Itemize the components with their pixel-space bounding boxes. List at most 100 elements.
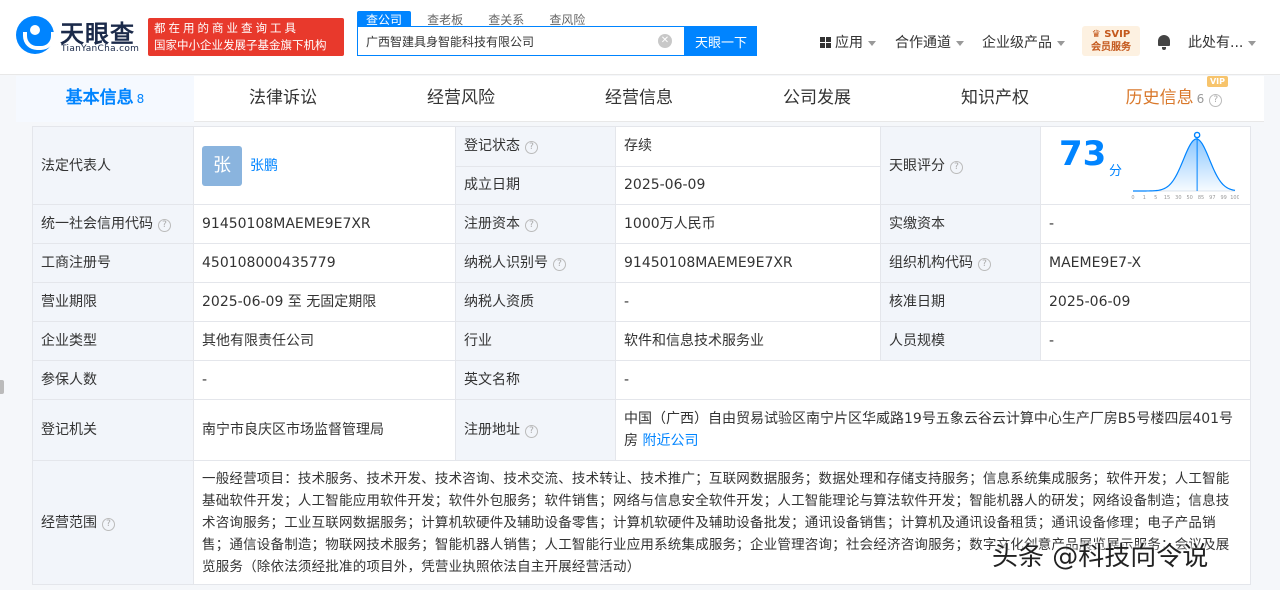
eye-logo-icon <box>16 16 55 54</box>
tab-count: 8 <box>136 92 145 106</box>
biz-reg-no-value: 450108000435779 <box>193 243 456 283</box>
slogan-line-1: 都在用的商业查询工具 <box>154 21 299 35</box>
svip-sub-label: 会员服务 <box>1091 42 1131 53</box>
org-code-label: 组织机构代码? <box>880 243 1041 283</box>
score-tick-label: 85 <box>1198 195 1204 201</box>
reg-status-value: 存续 <box>615 126 881 167</box>
apps-grid-icon <box>820 37 831 48</box>
score-unit: 分 <box>1109 164 1123 179</box>
score-tick-label: 5 <box>1154 195 1157 201</box>
search-button[interactable]: 天眼一下 <box>685 26 757 56</box>
tax-qual-value: - <box>615 282 881 322</box>
score-tick-label: 30 <box>1175 195 1181 201</box>
help-icon[interactable]: ? <box>1209 94 1223 107</box>
nearby-companies-link[interactable]: 附近公司 <box>642 433 698 449</box>
score-tick-label: 15 <box>1164 195 1170 201</box>
score-tick-label: 50 <box>1186 195 1192 201</box>
found-date-value: 2025-06-09 <box>615 165 881 205</box>
tab-basic-info-label: 基本信息 <box>65 88 134 108</box>
chevron-down-icon <box>1057 40 1065 46</box>
nav-enterprise-label: 企业级产品 <box>982 35 1052 51</box>
industry-label: 行业 <box>455 321 616 361</box>
tianyancha-logo[interactable]: 天眼查 TianYanCha.com <box>16 14 144 58</box>
help-icon[interactable]: ? <box>158 219 171 232</box>
tab-history[interactable]: 历史信息 6? VIP <box>1084 76 1264 122</box>
score-marker-dot <box>1193 131 1201 139</box>
clear-icon[interactable]: ✕ <box>658 34 672 48</box>
reg-status-label: 登记状态? <box>455 126 616 167</box>
tab-basic-info[interactable]: 基本信息 8 <box>16 76 194 122</box>
address-cell: 中国（广西）自由贸易试验区南宁片区华威路19号五象云谷云计算中心生产厂房B5号楼… <box>615 399 1251 461</box>
reg-capital-label: 注册资本? <box>455 204 616 244</box>
help-icon[interactable]: ? <box>525 141 538 155</box>
tab-development[interactable]: 公司发展 <box>728 76 906 122</box>
help-icon[interactable]: ? <box>525 219 538 232</box>
insured-value: - <box>193 360 456 400</box>
address-label: 注册地址? <box>455 399 616 461</box>
nav-partner[interactable]: 合作通道 <box>895 32 964 52</box>
basic-info-table: 法定代表人 张张鹏 登记状态? 存续 天眼评分? 73 分 0 1 5 15 3… <box>32 126 1251 585</box>
type-label: 企业类型 <box>32 321 194 361</box>
score-label: 天眼评分? <box>880 126 1041 205</box>
svip-crown-label: ♛ SVIP <box>1091 29 1131 40</box>
legal-rep-label: 法定代表人 <box>32 126 194 205</box>
slogan-line-2: 国家中小企业发展子基金旗下机构 <box>154 38 327 52</box>
score-tick-label: 100 <box>1230 195 1239 201</box>
approve-date-value: 2025-06-09 <box>1040 282 1251 322</box>
org-code-value: MAEME9E7-X <box>1040 243 1251 283</box>
biz-reg-no-label: 工商注册号 <box>32 243 194 283</box>
tax-id-label: 纳税人识别号? <box>455 243 616 283</box>
score-distribution-chart: 0 1 5 15 30 50 85 97 99 100 <box>1131 131 1239 201</box>
chevron-down-icon <box>868 40 876 46</box>
nav-apps-label: 应用 <box>835 35 863 51</box>
approve-date-label: 核准日期 <box>880 282 1041 322</box>
legal-rep-cell: 张张鹏 <box>193 126 456 205</box>
nav-partner-label: 合作通道 <box>895 35 951 51</box>
svip-button[interactable]: ♛ SVIP 会员服务 <box>1082 26 1140 56</box>
score-tick-label: 1 <box>1143 195 1146 201</box>
bell-icon[interactable] <box>1157 35 1171 50</box>
search-input[interactable] <box>358 27 648 55</box>
scroll-handle[interactable] <box>0 380 4 394</box>
staff-label: 人员规模 <box>880 321 1041 361</box>
scope-label: 经营范围? <box>32 460 194 585</box>
help-icon[interactable]: ? <box>950 160 963 174</box>
help-icon[interactable]: ? <box>525 425 538 438</box>
tab-legal[interactable]: 法律诉讼 <box>194 76 372 122</box>
help-icon[interactable]: ? <box>553 258 566 271</box>
insured-label: 参保人数 <box>32 360 194 400</box>
score-tick-label: 99 <box>1220 195 1226 201</box>
page: 天眼查 TianYanCha.com 都在用的商业查询工具 国家中小企业发展子基… <box>0 0 1280 590</box>
legal-rep-link[interactable]: 张鹏 <box>250 158 278 174</box>
company-tabs: 基本信息 8 法律诉讼 经营风险 经营信息 公司发展 知识产权 历史信息 6? VI… <box>16 76 1264 122</box>
user-menu[interactable]: 此处有... <box>1188 32 1257 52</box>
search-type-tabs: 查公司 查老板 查关系 查风险 <box>357 9 596 29</box>
authority-value: 南宁市良庆区市场监督管理局 <box>193 399 456 461</box>
reg-capital-value: 1000万人民币 <box>615 204 881 244</box>
nav-apps[interactable]: 应用 <box>820 32 876 52</box>
address-value: 中国（广西）自由贸易试验区南宁片区华威路19号五象云谷云计算中心生产厂房B5号楼… <box>624 411 1234 449</box>
help-icon[interactable]: ? <box>102 517 115 531</box>
tab-operation[interactable]: 经营信息 <box>550 76 728 122</box>
score-curve-area <box>1133 139 1235 191</box>
logo-domain: TianYanCha.com <box>61 44 140 54</box>
score-cell[interactable]: 73 分 0 1 5 15 30 50 85 97 99 100 <box>1040 126 1251 205</box>
tab-history-label: 历史信息 <box>1125 88 1194 108</box>
avatar[interactable]: 张 <box>202 145 242 186</box>
nav-enterprise[interactable]: 企业级产品 <box>982 32 1065 52</box>
help-icon[interactable]: ? <box>978 258 991 271</box>
authority-label: 登记机关 <box>32 399 194 461</box>
tab-risk[interactable]: 经营风险 <box>372 76 550 122</box>
found-date-label: 成立日期 <box>455 165 616 205</box>
staff-value: - <box>1040 321 1251 361</box>
en-name-value: - <box>615 360 1251 400</box>
en-name-label: 英文名称 <box>455 360 616 400</box>
tab-ip[interactable]: 知识产权 <box>906 76 1084 122</box>
search-box: ✕ <box>357 26 685 56</box>
paid-capital-label: 实缴资本 <box>880 204 1041 244</box>
paid-capital-value: - <box>1040 204 1251 244</box>
credit-code-label: 统一社会信用代码? <box>32 204 194 244</box>
watermark: 头条 @科技向令说 <box>992 542 1209 572</box>
score-value: 73 <box>1059 134 1107 174</box>
top-header: 天眼查 TianYanCha.com 都在用的商业查询工具 国家中小企业发展子基… <box>0 0 1280 75</box>
